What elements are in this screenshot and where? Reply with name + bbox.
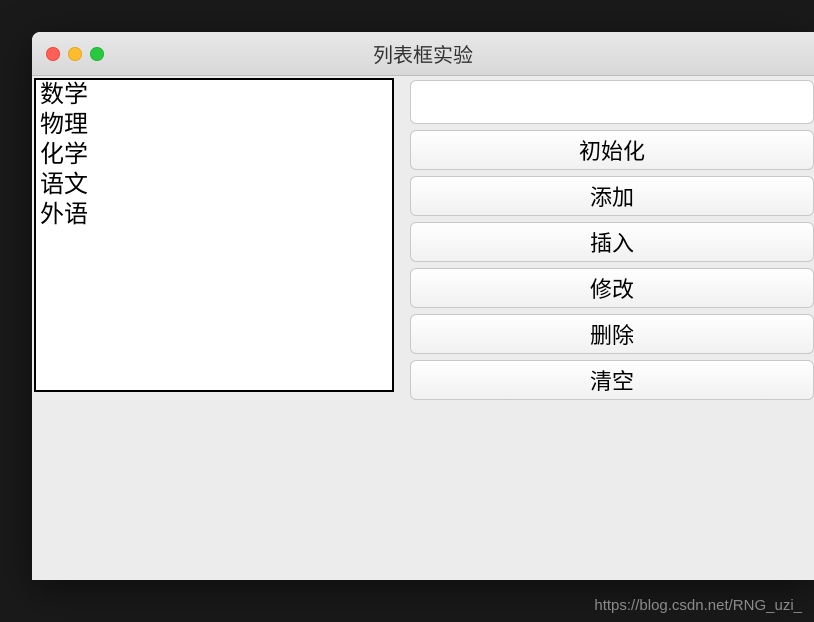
init-button[interactable]: 初始化 [410, 130, 814, 170]
titlebar: 列表框实验 [32, 32, 814, 76]
clear-button[interactable]: 清空 [410, 360, 814, 400]
traffic-lights [32, 47, 104, 61]
list-item[interactable]: 外语 [36, 200, 392, 230]
list-item[interactable]: 语文 [36, 170, 392, 200]
modify-button[interactable]: 修改 [410, 268, 814, 308]
delete-button[interactable]: 删除 [410, 314, 814, 354]
list-item[interactable]: 数学 [36, 80, 392, 110]
listbox[interactable]: 数学 物理 化学 语文 外语 [34, 78, 394, 392]
add-button[interactable]: 添加 [410, 176, 814, 216]
minimize-icon[interactable] [68, 47, 82, 61]
window-title: 列表框实验 [32, 39, 814, 68]
watermark-text: https://blog.csdn.net/RNG_uzi_ [594, 597, 802, 614]
window-content: 数学 物理 化学 语文 外语 初始化 添加 插入 修改 删除 清空 [32, 76, 814, 580]
maximize-icon[interactable] [90, 47, 104, 61]
list-item[interactable]: 物理 [36, 110, 392, 140]
insert-button[interactable]: 插入 [410, 222, 814, 262]
app-window: 列表框实验 数学 物理 化学 语文 外语 初始化 添加 插入 修改 删除 清空 [32, 32, 814, 580]
list-item[interactable]: 化学 [36, 140, 392, 170]
text-input[interactable] [410, 80, 814, 124]
controls-column: 初始化 添加 插入 修改 删除 清空 [410, 80, 814, 400]
close-icon[interactable] [46, 47, 60, 61]
